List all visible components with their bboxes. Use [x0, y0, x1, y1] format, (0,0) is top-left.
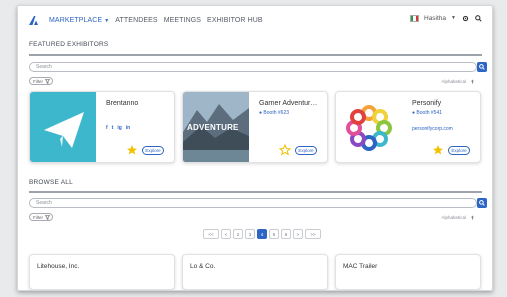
exhibitor-logo	[30, 92, 96, 162]
page-3-button[interactable]: 3	[245, 229, 255, 239]
exhibitor-name[interactable]: Garner Adventur…	[259, 100, 317, 107]
location-pin-icon: ●	[412, 110, 416, 116]
filter-icon	[45, 78, 50, 84]
exhibitor-name[interactable]: Personify	[412, 100, 441, 107]
featured-search-button[interactable]	[477, 62, 487, 72]
page-next-button[interactable]: >	[293, 229, 303, 239]
explore-button[interactable]: Explore	[142, 146, 164, 155]
flower-logo-icon	[346, 105, 392, 151]
exhibitor-card[interactable]: Litehouse, Inc.	[29, 254, 175, 290]
search-icon[interactable]	[474, 14, 482, 22]
favorite-star-icon[interactable]	[432, 144, 444, 156]
exhibitor-name[interactable]: MAC Trailer	[343, 263, 377, 270]
settings-icon[interactable]	[461, 14, 469, 22]
page-2-button[interactable]: 2	[233, 229, 243, 239]
user-name[interactable]: Hasitha	[424, 15, 446, 22]
exhibitor-card-brentanno[interactable]: Brentanno f t ig in Explore	[29, 91, 175, 163]
exhibitor-card[interactable]: MAC Trailer	[335, 254, 481, 290]
page-last-button[interactable]: >>	[305, 229, 321, 239]
browse-sort-dropdown[interactable]: Alphabetical	[441, 215, 475, 220]
brand-logo-icon[interactable]	[27, 15, 39, 26]
sort-icon	[471, 79, 474, 84]
exhibitor-name[interactable]: Brentanno	[106, 100, 138, 107]
page-first-button[interactable]: <<	[203, 229, 219, 239]
location-pin-icon: ●	[259, 110, 263, 116]
facebook-icon[interactable]: f	[106, 125, 108, 131]
favorite-star-outline-icon[interactable]	[279, 144, 291, 156]
booth-number: ● Booth #623	[259, 110, 290, 116]
browse-search-button[interactable]	[477, 198, 487, 208]
exhibitor-website-link[interactable]: personifycorp.com	[412, 126, 453, 132]
exhibitor-card-garner[interactable]: ADVENTURE Garner Adventur… ● Booth #623 …	[182, 91, 328, 163]
exhibitor-name[interactable]: Lo & Co.	[190, 263, 215, 270]
explore-button[interactable]: Explore	[448, 146, 470, 155]
pagination: << < 2 3 4 5 6 > >>	[203, 229, 321, 239]
nav-meetings[interactable]: MEETINGS	[164, 17, 201, 24]
top-nav: MARKETPLACE ▼ ATTENDEES MEETINGS EXHIBITO…	[18, 6, 492, 34]
nav-exhibitor-hub[interactable]: EXHIBITOR HUB	[207, 17, 263, 24]
user-area: Hasitha ▼	[410, 14, 482, 22]
section-divider	[29, 191, 482, 193]
chevron-down-icon: ▼	[104, 17, 110, 24]
nav-attendees[interactable]: ATTENDEES	[115, 17, 157, 24]
sort-icon	[471, 215, 474, 220]
app-window: MARKETPLACE ▼ ATTENDEES MEETINGS EXHIBITO…	[17, 5, 493, 291]
browse-filter-button[interactable]: Filter	[29, 213, 53, 221]
exhibitor-logo	[336, 92, 402, 162]
instagram-icon[interactable]: ig	[117, 125, 121, 131]
section-divider	[29, 54, 482, 56]
favorite-star-icon[interactable]	[126, 144, 138, 156]
page-6-button[interactable]: 6	[281, 229, 291, 239]
image-overlay-text: ADVENTURE	[187, 123, 239, 132]
browse-search-input[interactable]: Search	[29, 198, 477, 208]
exhibitor-card-personify[interactable]: Personify ● Booth #541 personifycorp.com…	[335, 91, 481, 163]
twitter-icon[interactable]: t	[112, 125, 114, 131]
social-links: f t ig in	[106, 125, 130, 131]
search-icon	[479, 64, 485, 70]
page-4-button[interactable]: 4	[257, 229, 267, 239]
search-placeholder: Search	[36, 64, 52, 70]
explore-button[interactable]: Explore	[295, 146, 317, 155]
page-prev-button[interactable]: <	[221, 229, 231, 239]
paper-plane-icon	[44, 112, 84, 148]
chevron-down-icon[interactable]: ▼	[451, 15, 456, 21]
featured-section-title: FEATURED EXHIBITORS	[29, 41, 109, 48]
featured-sort-dropdown[interactable]: Alphabetical	[441, 79, 475, 84]
booth-number: ● Booth #541	[412, 110, 443, 116]
page-5-button[interactable]: 5	[269, 229, 279, 239]
exhibitor-card[interactable]: Lo & Co.	[182, 254, 328, 290]
featured-filter-button[interactable]: Filter	[29, 77, 53, 85]
nav-marketplace[interactable]: MARKETPLACE ▼	[49, 17, 109, 24]
featured-search-input[interactable]: Search	[29, 62, 477, 72]
language-flag-icon[interactable]	[410, 14, 419, 22]
linkedin-icon[interactable]: in	[126, 125, 130, 131]
exhibitor-name[interactable]: Litehouse, Inc.	[37, 263, 79, 270]
search-placeholder: Search	[36, 200, 52, 206]
filter-icon	[45, 214, 50, 220]
browse-section-title: BROWSE ALL	[29, 179, 73, 186]
search-icon	[479, 200, 485, 206]
